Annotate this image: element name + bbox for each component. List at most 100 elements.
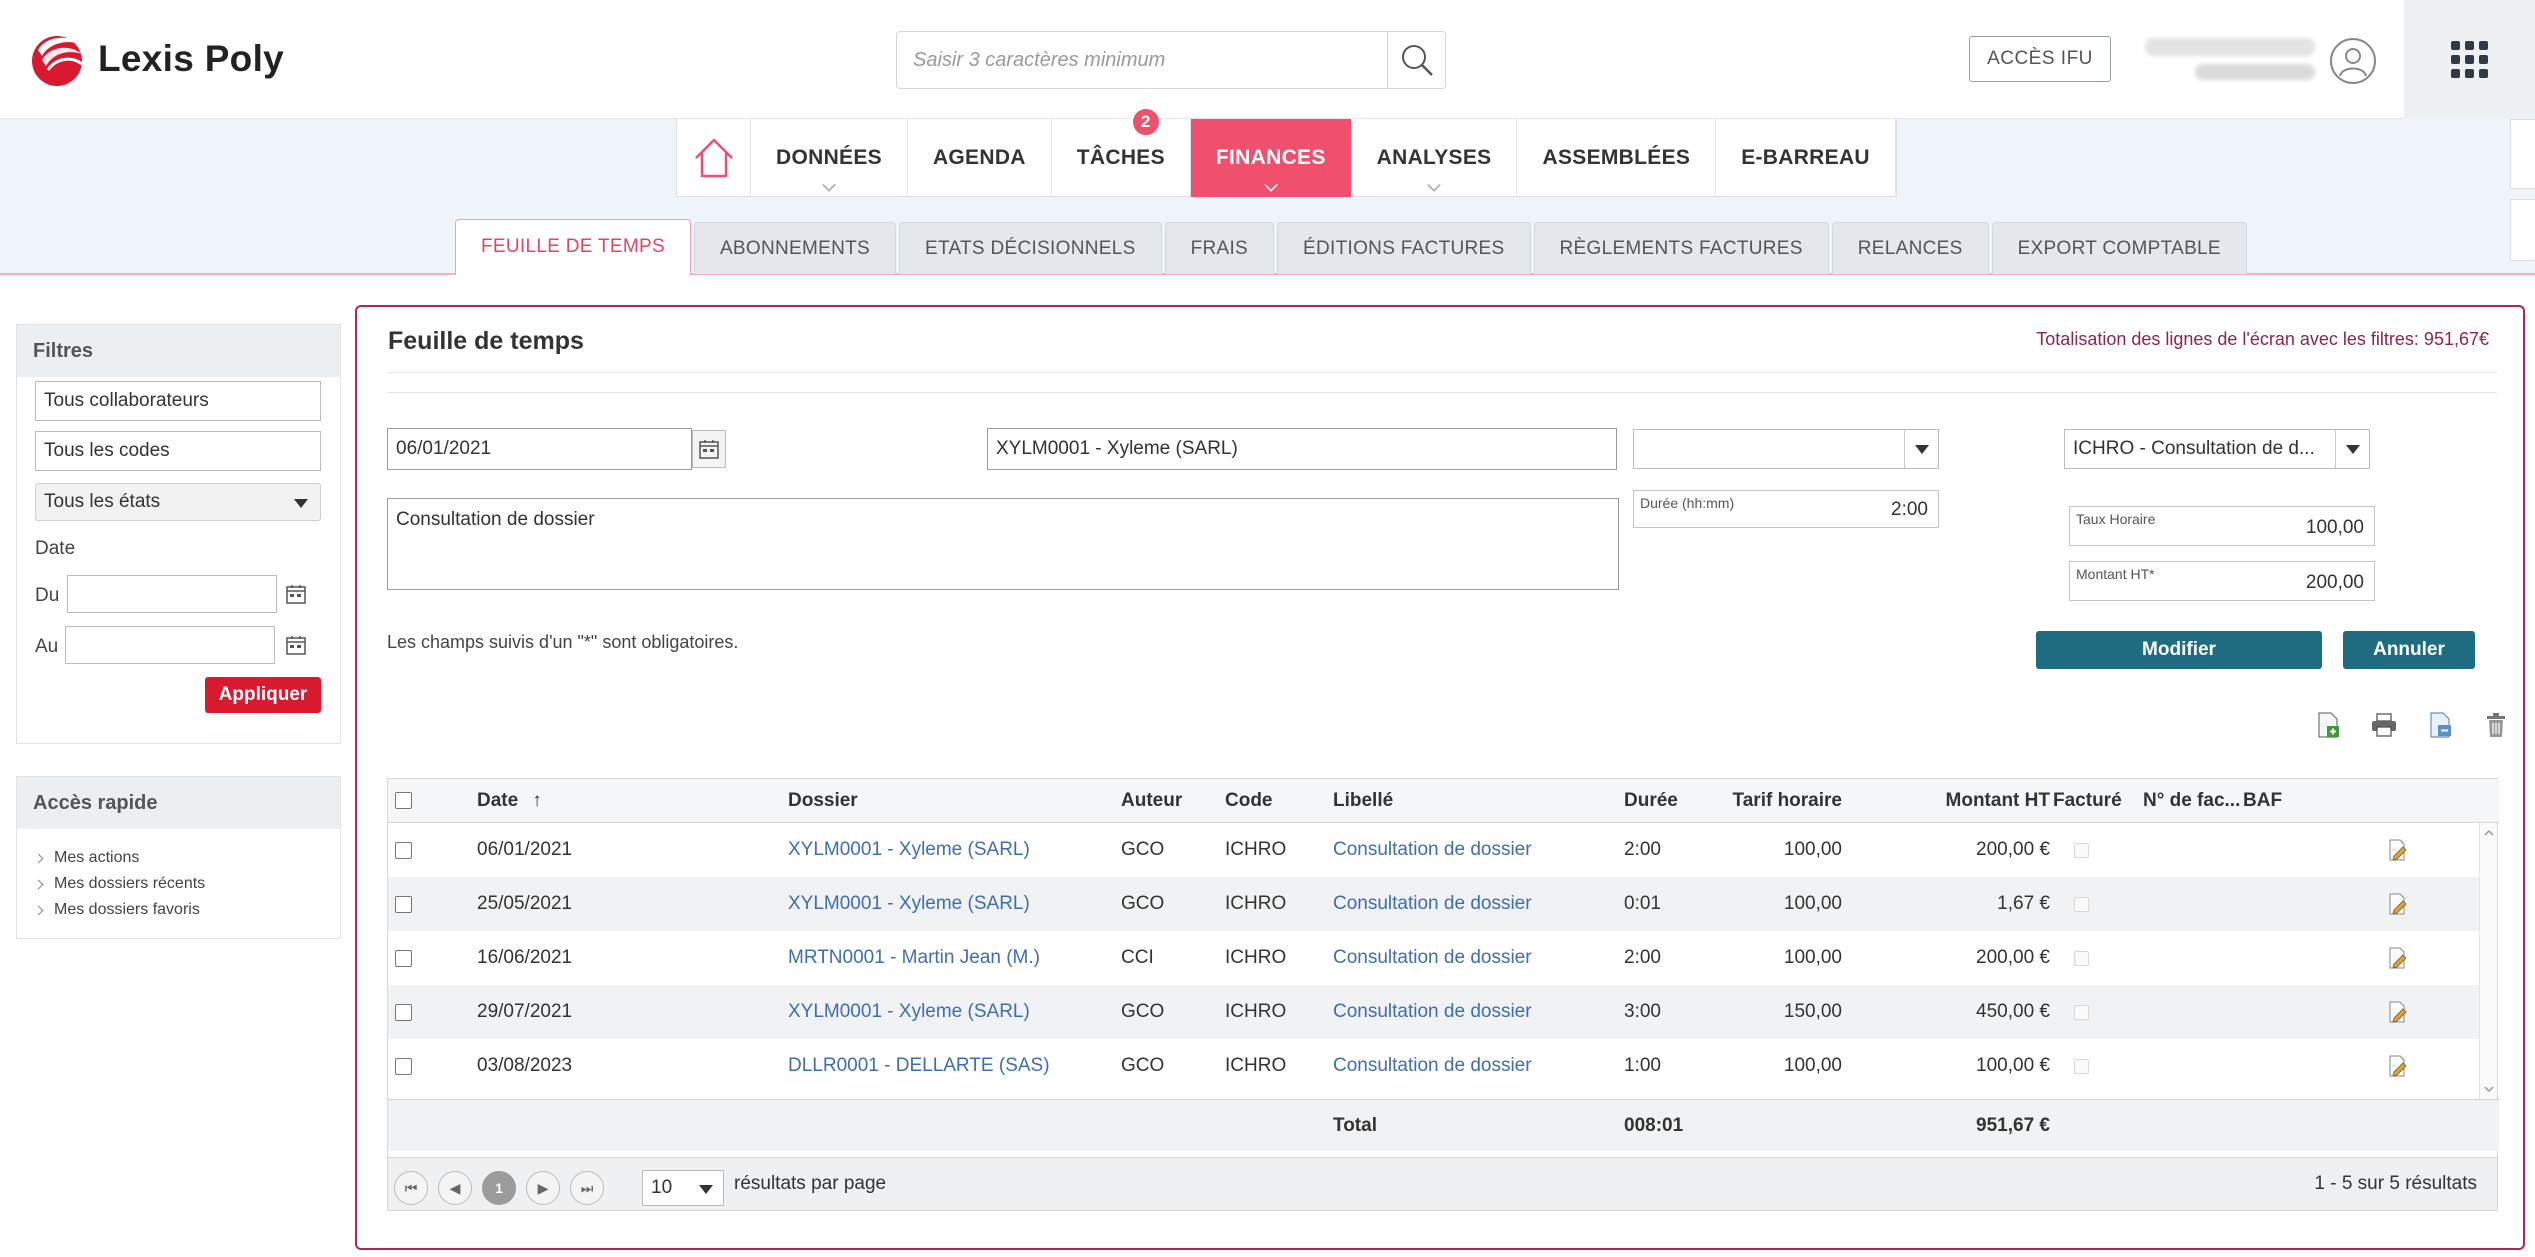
current-page-button[interactable]: 1 bbox=[482, 1171, 516, 1205]
tab-feuille-de-temps[interactable]: FEUILLE DE TEMPS bbox=[455, 219, 691, 276]
date-calendar-button[interactable] bbox=[692, 430, 726, 468]
lexis-logo[interactable]: Lexis Poly bbox=[28, 30, 284, 88]
column-header-auteur[interactable]: Auteur bbox=[1121, 779, 1182, 822]
nav-taches[interactable]: TÂCHES 2 bbox=[1052, 107, 1191, 197]
tab-relances[interactable]: RELANCES bbox=[1831, 222, 1989, 274]
row-edit-button[interactable] bbox=[2388, 877, 2408, 931]
last-page-button[interactable]: ⏭ bbox=[570, 1171, 604, 1205]
side-panel-toggle[interactable] bbox=[2510, 119, 2535, 189]
row-libelle-link[interactable]: Consultation de dossier bbox=[1333, 985, 1532, 1039]
column-header-dossier[interactable]: Dossier bbox=[788, 779, 858, 822]
nav-e-barreau[interactable]: E-BARREAU bbox=[1716, 119, 1896, 197]
apply-filters-button[interactable]: Appliquer bbox=[205, 677, 321, 713]
tab-abonnements[interactable]: ABONNEMENTS bbox=[693, 222, 896, 274]
prev-page-button[interactable]: ◀ bbox=[438, 1171, 472, 1205]
date-to-input[interactable] bbox=[65, 626, 275, 664]
row-checkbox[interactable] bbox=[395, 823, 412, 877]
export-document-button[interactable] bbox=[2427, 711, 2453, 739]
secondary-select[interactable] bbox=[1633, 429, 1939, 469]
column-header-code[interactable]: Code bbox=[1225, 779, 1273, 822]
amount-ht-field[interactable]: Montant HT* 200,00 bbox=[2069, 561, 2375, 601]
export-excel-button[interactable] bbox=[2315, 711, 2341, 739]
tab-export-comptable[interactable]: EXPORT COMPTABLE bbox=[1991, 222, 2247, 274]
row-dossier-link[interactable]: XYLM0001 - Xyleme (SARL) bbox=[788, 877, 1030, 931]
column-header-duree[interactable]: Durée bbox=[1624, 779, 1678, 822]
next-page-button[interactable]: ▶ bbox=[526, 1171, 560, 1205]
codes-filter[interactable]: Tous les codes bbox=[35, 431, 321, 471]
user-name-blurred bbox=[2140, 36, 2315, 88]
row-dossier-link[interactable]: XYLM0001 - Xyleme (SARL) bbox=[788, 985, 1030, 1039]
apps-menu-button[interactable] bbox=[2404, 0, 2535, 119]
date-from-input[interactable] bbox=[67, 575, 277, 613]
row-edit-button[interactable] bbox=[2388, 985, 2408, 1039]
column-header-baf[interactable]: BAF bbox=[2243, 779, 2282, 822]
dropdown-button[interactable] bbox=[1904, 430, 1938, 468]
row-libelle-link[interactable]: Consultation de dossier bbox=[1333, 1039, 1532, 1093]
cancel-button[interactable]: Annuler bbox=[2343, 631, 2475, 669]
table-row[interactable]: 29/07/2021 XYLM0001 - Xyleme (SARL) GCO ICH… bbox=[388, 985, 2481, 1039]
row-libelle-link[interactable]: Consultation de dossier bbox=[1333, 823, 1532, 877]
nav-finances[interactable]: FINANCES bbox=[1190, 119, 1352, 197]
column-header-tarif[interactable]: Tarif horaire bbox=[1718, 779, 1842, 822]
table-row[interactable]: 03/08/2023 DLLR0001 - DELLARTE (SAS) GCO IC… bbox=[388, 1039, 2481, 1093]
date-input[interactable]: 06/01/2021 bbox=[387, 428, 692, 470]
column-header-montant[interactable]: Montant HT bbox=[1888, 779, 2050, 822]
tab-editions-factures[interactable]: ÉDITIONS FACTURES bbox=[1277, 222, 1531, 274]
duration-field[interactable]: Durée (hh:mm) 2:00 bbox=[1633, 490, 1939, 528]
user-avatar-icon[interactable] bbox=[2330, 38, 2376, 84]
column-header-num-facture[interactable]: N° de fac... bbox=[2143, 779, 2240, 822]
nav-agenda[interactable]: AGENDA bbox=[908, 119, 1052, 197]
row-checkbox[interactable] bbox=[395, 931, 412, 985]
quick-link-mes-actions[interactable]: Mes actions bbox=[33, 845, 340, 871]
quick-link-dossiers-favoris[interactable]: Mes dossiers favoris bbox=[33, 897, 340, 923]
nav-assemblees[interactable]: ASSEMBLÉES bbox=[1517, 119, 1717, 197]
row-edit-button[interactable] bbox=[2388, 931, 2408, 985]
row-dossier-link[interactable]: XYLM0001 - Xyleme (SARL) bbox=[788, 823, 1030, 877]
row-edit-button[interactable] bbox=[2388, 1039, 2408, 1093]
row-edit-button[interactable] bbox=[2388, 823, 2408, 877]
nav-analyses[interactable]: ANALYSES bbox=[1352, 119, 1518, 197]
tab-frais[interactable]: FRAIS bbox=[1164, 222, 1275, 274]
row-checkbox[interactable] bbox=[395, 1039, 412, 1093]
code-select[interactable]: ICHRO - Consultation de d... bbox=[2064, 429, 2370, 469]
side-panel-toggle-2[interactable] bbox=[2510, 199, 2535, 261]
column-header-libelle[interactable]: Libellé bbox=[1333, 779, 1393, 822]
row-libelle-link[interactable]: Consultation de dossier bbox=[1333, 877, 1532, 931]
states-select[interactable]: Tous les états bbox=[35, 483, 321, 521]
row-checkbox[interactable] bbox=[395, 985, 412, 1039]
quick-link-dossiers-recents[interactable]: Mes dossiers récents bbox=[33, 871, 340, 897]
row-libelle-link[interactable]: Consultation de dossier bbox=[1333, 931, 1532, 985]
modify-button[interactable]: Modifier bbox=[2036, 631, 2322, 669]
hourly-rate-field[interactable]: Taux Horaire 100,00 bbox=[2069, 506, 2375, 546]
table-row[interactable]: 25/05/2021 XYLM0001 - Xyleme (SARL) GCO ICH… bbox=[388, 877, 2481, 931]
tab-etats-decisionnels[interactable]: ETATS DÉCISIONNELS bbox=[899, 222, 1162, 274]
dossier-input[interactable]: XYLM0001 - Xyleme (SARL) bbox=[987, 428, 1617, 470]
delete-button[interactable] bbox=[2483, 711, 2509, 739]
column-header-date[interactable]: Date ↑ bbox=[477, 779, 542, 822]
select-all-checkbox[interactable] bbox=[395, 779, 412, 822]
row-checkbox[interactable] bbox=[395, 877, 412, 931]
first-page-button[interactable]: ⏮ bbox=[394, 1171, 428, 1205]
table-row[interactable]: 06/01/2021 XYLM0001 - Xyleme (SARL) GCO ICH… bbox=[388, 823, 2481, 877]
table-row[interactable]: 16/06/2021 MRTN0001 - Martin Jean (M.) CCI… bbox=[388, 931, 2481, 985]
nav-label: ASSEMBLÉES bbox=[1542, 146, 1691, 169]
date-to-calendar-button[interactable] bbox=[279, 626, 313, 664]
home-button[interactable] bbox=[677, 119, 751, 197]
date-from-calendar-button[interactable] bbox=[279, 575, 313, 613]
tab-reglements-factures[interactable]: RÈGLEMENTS FACTURES bbox=[1533, 222, 1829, 274]
row-dossier-link[interactable]: MRTN0001 - Martin Jean (M.) bbox=[788, 931, 1040, 985]
print-button[interactable] bbox=[2371, 711, 2397, 739]
description-textarea[interactable]: Consultation de dossier bbox=[387, 498, 1619, 590]
total-label: Total bbox=[1333, 1114, 1377, 1136]
ifu-access-button[interactable]: ACCÈS IFU bbox=[1969, 36, 2111, 82]
row-dossier-link[interactable]: DLLR0001 - DELLARTE (SAS) bbox=[788, 1039, 1050, 1093]
nav-donnees[interactable]: DONNÉES bbox=[751, 119, 908, 197]
table-scrollbar[interactable] bbox=[2479, 823, 2497, 1099]
collaborators-filter[interactable]: Tous collaborateurs bbox=[35, 381, 321, 421]
page-size-select[interactable]: 10 bbox=[642, 1170, 724, 1206]
dropdown-button[interactable] bbox=[2335, 430, 2369, 468]
column-header-facture[interactable]: Facturé bbox=[2053, 779, 2122, 822]
search-button[interactable] bbox=[1387, 32, 1445, 88]
date-label: Date bbox=[35, 538, 76, 559]
search-input[interactable] bbox=[897, 32, 1387, 88]
